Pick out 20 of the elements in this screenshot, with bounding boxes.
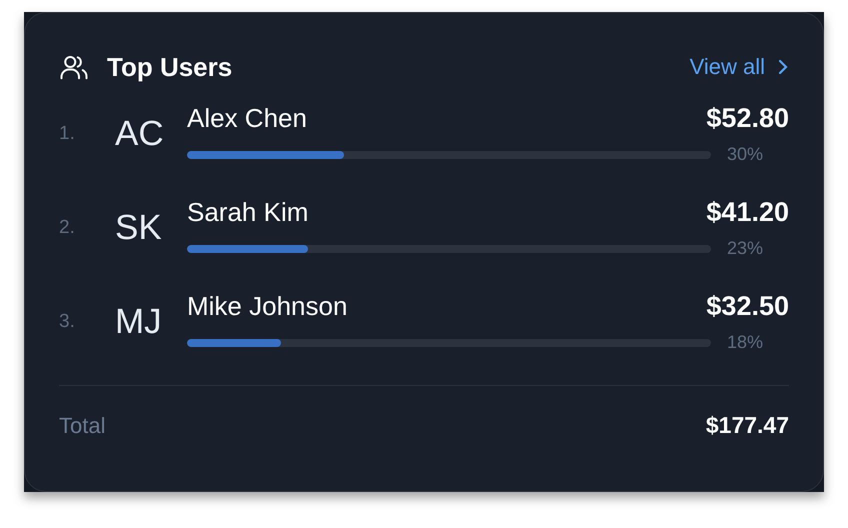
user-amount: $52.80: [706, 103, 789, 134]
user-amount: $41.20: [706, 197, 789, 228]
rank-number: 1.: [59, 123, 76, 145]
user-amount: $32.50: [706, 291, 789, 322]
view-all-link[interactable]: View all: [690, 54, 789, 80]
total-label: Total: [59, 412, 106, 438]
user-name: Sarah Kim: [187, 197, 308, 228]
rank-number: 3.: [59, 311, 76, 333]
total-value: $177.47: [706, 412, 789, 439]
user-name: Mike Johnson: [187, 291, 348, 322]
user-initials: MJ: [115, 302, 163, 342]
user-percent: 18%: [727, 332, 764, 353]
card-title: Top Users: [107, 52, 234, 82]
user-percent: 23%: [727, 238, 764, 259]
chevron-icon: [777, 58, 789, 76]
user-initials: SK: [115, 208, 163, 248]
user-percent: 30%: [727, 144, 764, 165]
user-name: Alex Chen: [187, 103, 307, 134]
rank-number: 2.: [59, 217, 76, 239]
user-initials: AC: [115, 114, 165, 154]
